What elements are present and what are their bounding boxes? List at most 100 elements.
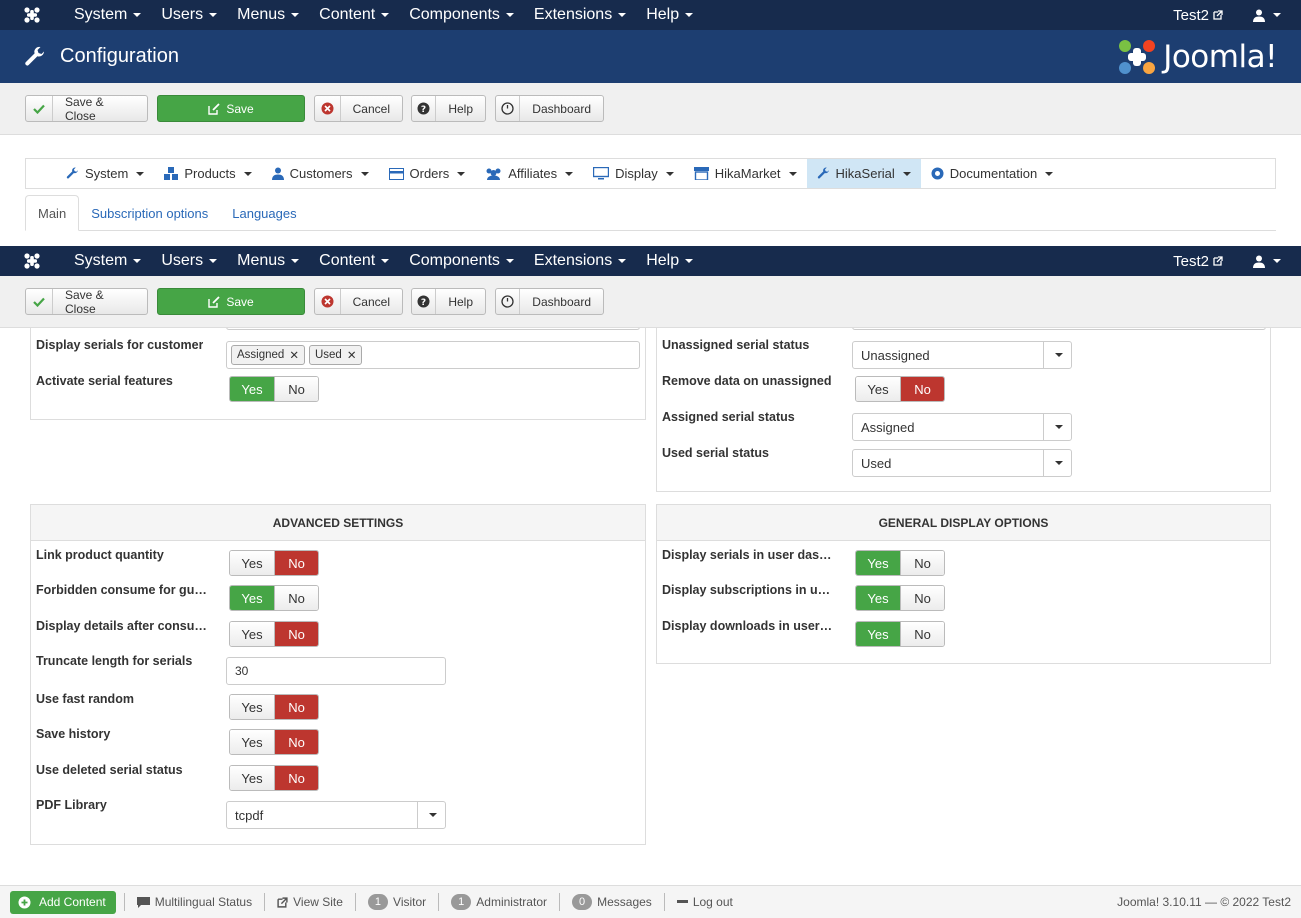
site-link[interactable]: Test2 xyxy=(1173,7,1223,24)
yes-option[interactable]: Yes xyxy=(230,551,274,575)
no-option[interactable]: No xyxy=(900,622,944,646)
no-option[interactable]: No xyxy=(900,586,944,610)
topnav-system[interactable]: System xyxy=(64,252,151,270)
topnav-users[interactable]: Users xyxy=(151,252,227,270)
subscriptions-dashboard-toggle[interactable]: Yes No xyxy=(855,585,945,611)
site-link[interactable]: Test2 xyxy=(1173,253,1223,270)
logout-link[interactable]: Log out xyxy=(673,895,737,909)
hikamenu-hikamarket[interactable]: HikaMarket xyxy=(684,159,807,188)
yes-option[interactable]: Yes xyxy=(230,377,274,401)
hikamenu-customers[interactable]: Customers xyxy=(262,159,379,188)
save-close-button[interactable]: Save & Close xyxy=(25,95,148,123)
topnav-extensions[interactable]: Extensions xyxy=(524,252,636,270)
deleted-status-toggle[interactable]: Yes No xyxy=(229,765,319,791)
hikamenu-display[interactable]: Display xyxy=(583,159,684,188)
yes-option[interactable]: Yes xyxy=(856,377,900,401)
topnav-content[interactable]: Content xyxy=(309,252,399,270)
hikamenu-orders[interactable]: Orders xyxy=(379,159,476,188)
logout-label: Log out xyxy=(692,895,733,909)
save-button[interactable]: Save xyxy=(157,288,305,315)
topnav-components[interactable]: Components xyxy=(399,6,524,24)
no-option[interactable]: No xyxy=(274,695,318,719)
advanced-settings-title: ADVANCED SETTINGS xyxy=(31,505,645,541)
admin-label: Administrator xyxy=(476,895,547,909)
no-option[interactable]: No xyxy=(274,377,318,401)
tab-languages[interactable]: Languages xyxy=(220,195,308,231)
yes-option[interactable]: Yes xyxy=(856,586,900,610)
no-option[interactable]: No xyxy=(900,551,944,575)
dashboard-button[interactable]: Dashboard xyxy=(495,95,604,122)
serials-dashboard-toggle[interactable]: Yes No xyxy=(855,550,945,576)
help-button[interactable]: ? Help xyxy=(411,95,486,122)
store-icon xyxy=(693,167,709,180)
cancel-button[interactable]: Cancel xyxy=(314,288,403,315)
no-option[interactable]: No xyxy=(274,586,318,610)
multilingual-status-link[interactable]: Multilingual Status xyxy=(133,895,256,909)
save-close-button[interactable]: Save & Close xyxy=(25,287,148,316)
messages-link[interactable]: 0 Messages xyxy=(568,894,656,910)
no-option[interactable]: No xyxy=(274,766,318,790)
activate-serial-toggle[interactable]: Yes No xyxy=(229,376,319,402)
cancel-button[interactable]: Cancel xyxy=(314,95,403,122)
admin-count-badge: 1 xyxy=(451,894,472,910)
unassigned-status-select[interactable]: Unassigned xyxy=(852,341,1072,369)
help-button[interactable]: ? Help xyxy=(411,288,486,315)
topnav-extensions[interactable]: Extensions xyxy=(524,6,636,24)
yes-option[interactable]: Yes xyxy=(856,551,900,575)
topnav-content[interactable]: Content xyxy=(309,6,399,24)
user-menu[interactable] xyxy=(1253,9,1281,22)
yes-option[interactable]: Yes xyxy=(856,622,900,646)
tag-used[interactable]: Used ✕ xyxy=(308,345,363,365)
yes-option[interactable]: Yes xyxy=(230,622,274,646)
tab-subscription-options[interactable]: Subscription options xyxy=(79,195,220,231)
downloads-dashboard-toggle[interactable]: Yes No xyxy=(855,621,945,647)
save-button[interactable]: Save xyxy=(157,95,305,122)
joomla-menu-icon[interactable] xyxy=(0,6,64,24)
no-option[interactable]: No xyxy=(274,730,318,754)
view-site-link[interactable]: View Site xyxy=(273,895,347,909)
assigned-status-select[interactable]: Assigned xyxy=(852,413,1072,441)
forbidden-consume-toggle[interactable]: Yes No xyxy=(229,585,319,611)
hikamenu-products[interactable]: Products xyxy=(154,159,261,188)
visitors-link[interactable]: 1 Visitor xyxy=(364,894,430,910)
tab-main[interactable]: Main xyxy=(25,195,80,231)
remove-tag-icon[interactable]: ✕ xyxy=(347,348,357,362)
topnav-help[interactable]: Help xyxy=(636,6,703,24)
add-content-button[interactable]: Add Content xyxy=(10,890,116,914)
pdf-library-select[interactable]: tcpdf xyxy=(226,801,446,829)
user-menu[interactable] xyxy=(1253,255,1281,268)
hikamenu-hikaserial[interactable]: HikaSerial xyxy=(806,159,921,188)
hikamenu-affiliates[interactable]: Affiliates xyxy=(475,159,583,188)
remove-data-toggle[interactable]: Yes No xyxy=(855,376,945,402)
topnav-users[interactable]: Users xyxy=(151,6,227,24)
dashboard-button[interactable]: Dashboard xyxy=(495,288,604,315)
topnav-system[interactable]: System xyxy=(64,6,151,24)
save-history-toggle[interactable]: Yes No xyxy=(229,729,319,755)
save-close-label: Save & Close xyxy=(65,287,104,316)
display-serials-tags-input[interactable]: Assigned ✕ Used ✕ xyxy=(226,341,640,369)
hikamenu-system[interactable]: System xyxy=(56,159,154,188)
fast-random-toggle[interactable]: Yes No xyxy=(229,694,319,720)
remove-tag-icon[interactable]: ✕ xyxy=(289,348,299,362)
link-quantity-toggle[interactable]: Yes No xyxy=(229,550,319,576)
tag-assigned[interactable]: Assigned ✕ xyxy=(231,345,305,365)
hikamenu-documentation[interactable]: Documentation xyxy=(921,159,1063,188)
yes-option[interactable]: Yes xyxy=(230,695,274,719)
topnav-menus[interactable]: Menus xyxy=(227,252,309,270)
topnav-menus[interactable]: Menus xyxy=(227,6,309,24)
hikamenu-orders-label: Orders xyxy=(409,166,450,181)
no-option[interactable]: No xyxy=(900,377,944,401)
truncate-length-label: Truncate length for serials xyxy=(36,654,193,668)
yes-option[interactable]: Yes xyxy=(230,730,274,754)
used-status-select[interactable]: Used xyxy=(852,449,1072,477)
yes-option[interactable]: Yes xyxy=(230,766,274,790)
yes-option[interactable]: Yes xyxy=(230,586,274,610)
joomla-menu-icon[interactable] xyxy=(0,252,64,270)
topnav-help[interactable]: Help xyxy=(636,252,703,270)
topnav-components[interactable]: Components xyxy=(399,252,524,270)
display-details-toggle[interactable]: Yes No xyxy=(229,621,319,647)
no-option[interactable]: No xyxy=(274,551,318,575)
administrators-link[interactable]: 1 Administrator xyxy=(447,894,551,910)
no-option[interactable]: No xyxy=(274,622,318,646)
truncate-length-input[interactable]: 30 xyxy=(226,657,446,685)
